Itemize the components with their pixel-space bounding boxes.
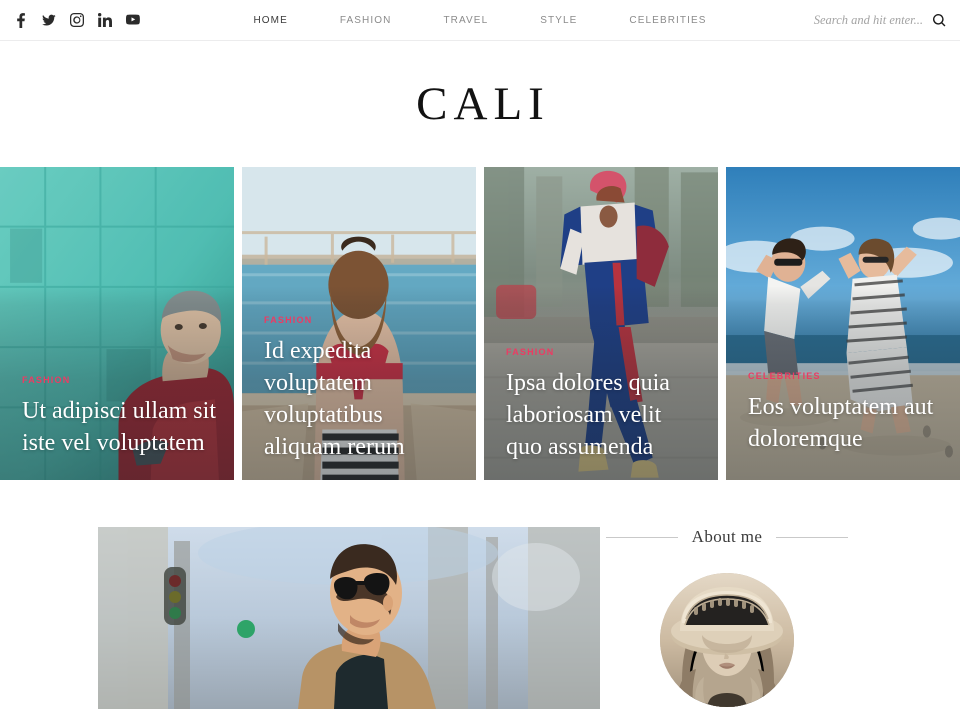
about-me-heading: About me	[600, 527, 854, 547]
featured-card-2[interactable]: FASHION Id expedita voluptatem voluptati…	[242, 167, 476, 480]
logo-area: CALI	[0, 41, 960, 167]
divider-right	[776, 536, 849, 538]
featured-card-3[interactable]: FASHION Ipsa dolores quia laboriosam vel…	[484, 167, 718, 480]
latest-post-column	[0, 527, 600, 709]
search-bar	[793, 0, 946, 40]
avatar	[660, 573, 794, 707]
youtube-icon[interactable]	[126, 13, 140, 28]
search-input[interactable]	[793, 12, 923, 28]
instagram-icon[interactable]	[70, 13, 84, 28]
social-links	[0, 12, 140, 28]
featured-card-4-title[interactable]: Eos voluptatem aut doloremque	[748, 392, 942, 456]
about-me-title: About me	[691, 527, 763, 546]
twitter-icon[interactable]	[42, 13, 56, 28]
content-area: About me	[0, 480, 960, 709]
search-icon[interactable]	[932, 13, 946, 27]
latest-post-image[interactable]	[98, 527, 600, 709]
divider-left	[605, 536, 678, 538]
nav-item-travel[interactable]: TRAVEL	[417, 15, 514, 26]
site-logo[interactable]: CALI	[410, 77, 550, 131]
featured-card-4[interactable]: CELEBRITIES Eos voluptatem aut doloremqu…	[726, 167, 960, 480]
featured-card-4-category[interactable]: CELEBRITIES	[748, 371, 821, 381]
featured-posts-grid: FASHION Ut adipisci ullam sit iste vel v…	[0, 167, 960, 480]
featured-card-2-category[interactable]: FASHION	[264, 315, 312, 325]
nav-item-celebrities[interactable]: CELEBRITIES	[603, 15, 732, 26]
featured-card-2-body: FASHION Id expedita voluptatem voluptati…	[264, 310, 458, 464]
nav-item-fashion[interactable]: FASHION	[314, 15, 418, 26]
about-me-widget: About me	[600, 527, 960, 709]
nav-item-home[interactable]: HOME	[227, 15, 313, 26]
featured-card-3-title[interactable]: Ipsa dolores quia laboriosam velit quo a…	[506, 368, 700, 464]
featured-card-1[interactable]: FASHION Ut adipisci ullam sit iste vel v…	[0, 167, 234, 480]
featured-card-3-body: FASHION Ipsa dolores quia laboriosam vel…	[506, 342, 700, 464]
featured-card-1-category[interactable]: FASHION	[22, 375, 70, 385]
site-header: HOME FASHION TRAVEL STYLE CELEBRITIES	[0, 0, 960, 41]
nav-item-style[interactable]: STYLE	[514, 15, 603, 26]
featured-card-2-title[interactable]: Id expedita voluptatem voluptatibus aliq…	[264, 336, 458, 464]
facebook-icon[interactable]	[14, 12, 28, 28]
featured-card-1-body: FASHION Ut adipisci ullam sit iste vel v…	[22, 370, 216, 460]
featured-card-4-body: CELEBRITIES Eos voluptatem aut doloremqu…	[748, 366, 942, 456]
featured-card-3-category[interactable]: FASHION	[506, 347, 554, 357]
linkedin-icon[interactable]	[98, 13, 112, 28]
featured-card-1-title[interactable]: Ut adipisci ullam sit iste vel voluptate…	[22, 396, 216, 460]
